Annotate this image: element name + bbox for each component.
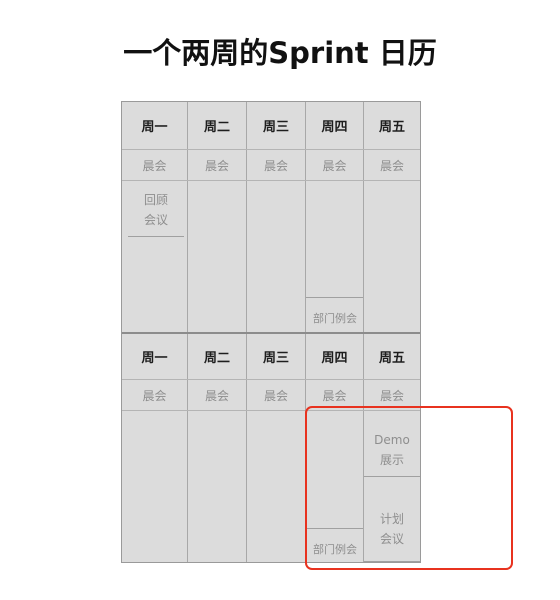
retro-meeting-underline — [128, 236, 184, 237]
row-divider — [122, 180, 420, 181]
week1-day-wed: 周三 — [262, 120, 289, 135]
week1-day-thu: 周四 — [321, 120, 348, 135]
week2-standup-mon: 晨会 — [142, 388, 167, 403]
week2-day-mon: 周一 — [141, 351, 168, 366]
week2-standup-wed: 晨会 — [263, 388, 288, 403]
week1-day-tue: 周二 — [203, 120, 230, 135]
week1-standup-fri: 晨会 — [379, 158, 404, 173]
week1-standup-tue: 晨会 — [204, 158, 229, 173]
week2-day-wed: 周三 — [262, 351, 289, 366]
week2-day-tue: 周二 — [203, 351, 230, 366]
week2-day-fri: 周五 — [378, 351, 405, 366]
week1-standup-thu: 晨会 — [322, 158, 347, 173]
page-title: 一个两周的Sprint 日历 — [123, 36, 437, 70]
week1-dept-meeting: 部门例会 — [313, 312, 357, 325]
week1-day-mon: 周一 — [141, 120, 168, 135]
retro-meeting-line2: 会议 — [143, 213, 168, 227]
retro-meeting-line1: 回顾 — [143, 193, 168, 207]
week1-standup-mon: 晨会 — [142, 158, 167, 173]
week1-day-fri: 周五 — [378, 120, 405, 135]
week1-standup-wed: 晨会 — [263, 158, 288, 173]
retro-meeting: 回顾 会议 — [128, 186, 184, 234]
dept-meeting-topline — [306, 297, 363, 298]
week2-standup-tue: 晨会 — [204, 388, 229, 403]
highlight-box — [305, 406, 513, 570]
week2-day-thu: 周四 — [321, 351, 348, 366]
